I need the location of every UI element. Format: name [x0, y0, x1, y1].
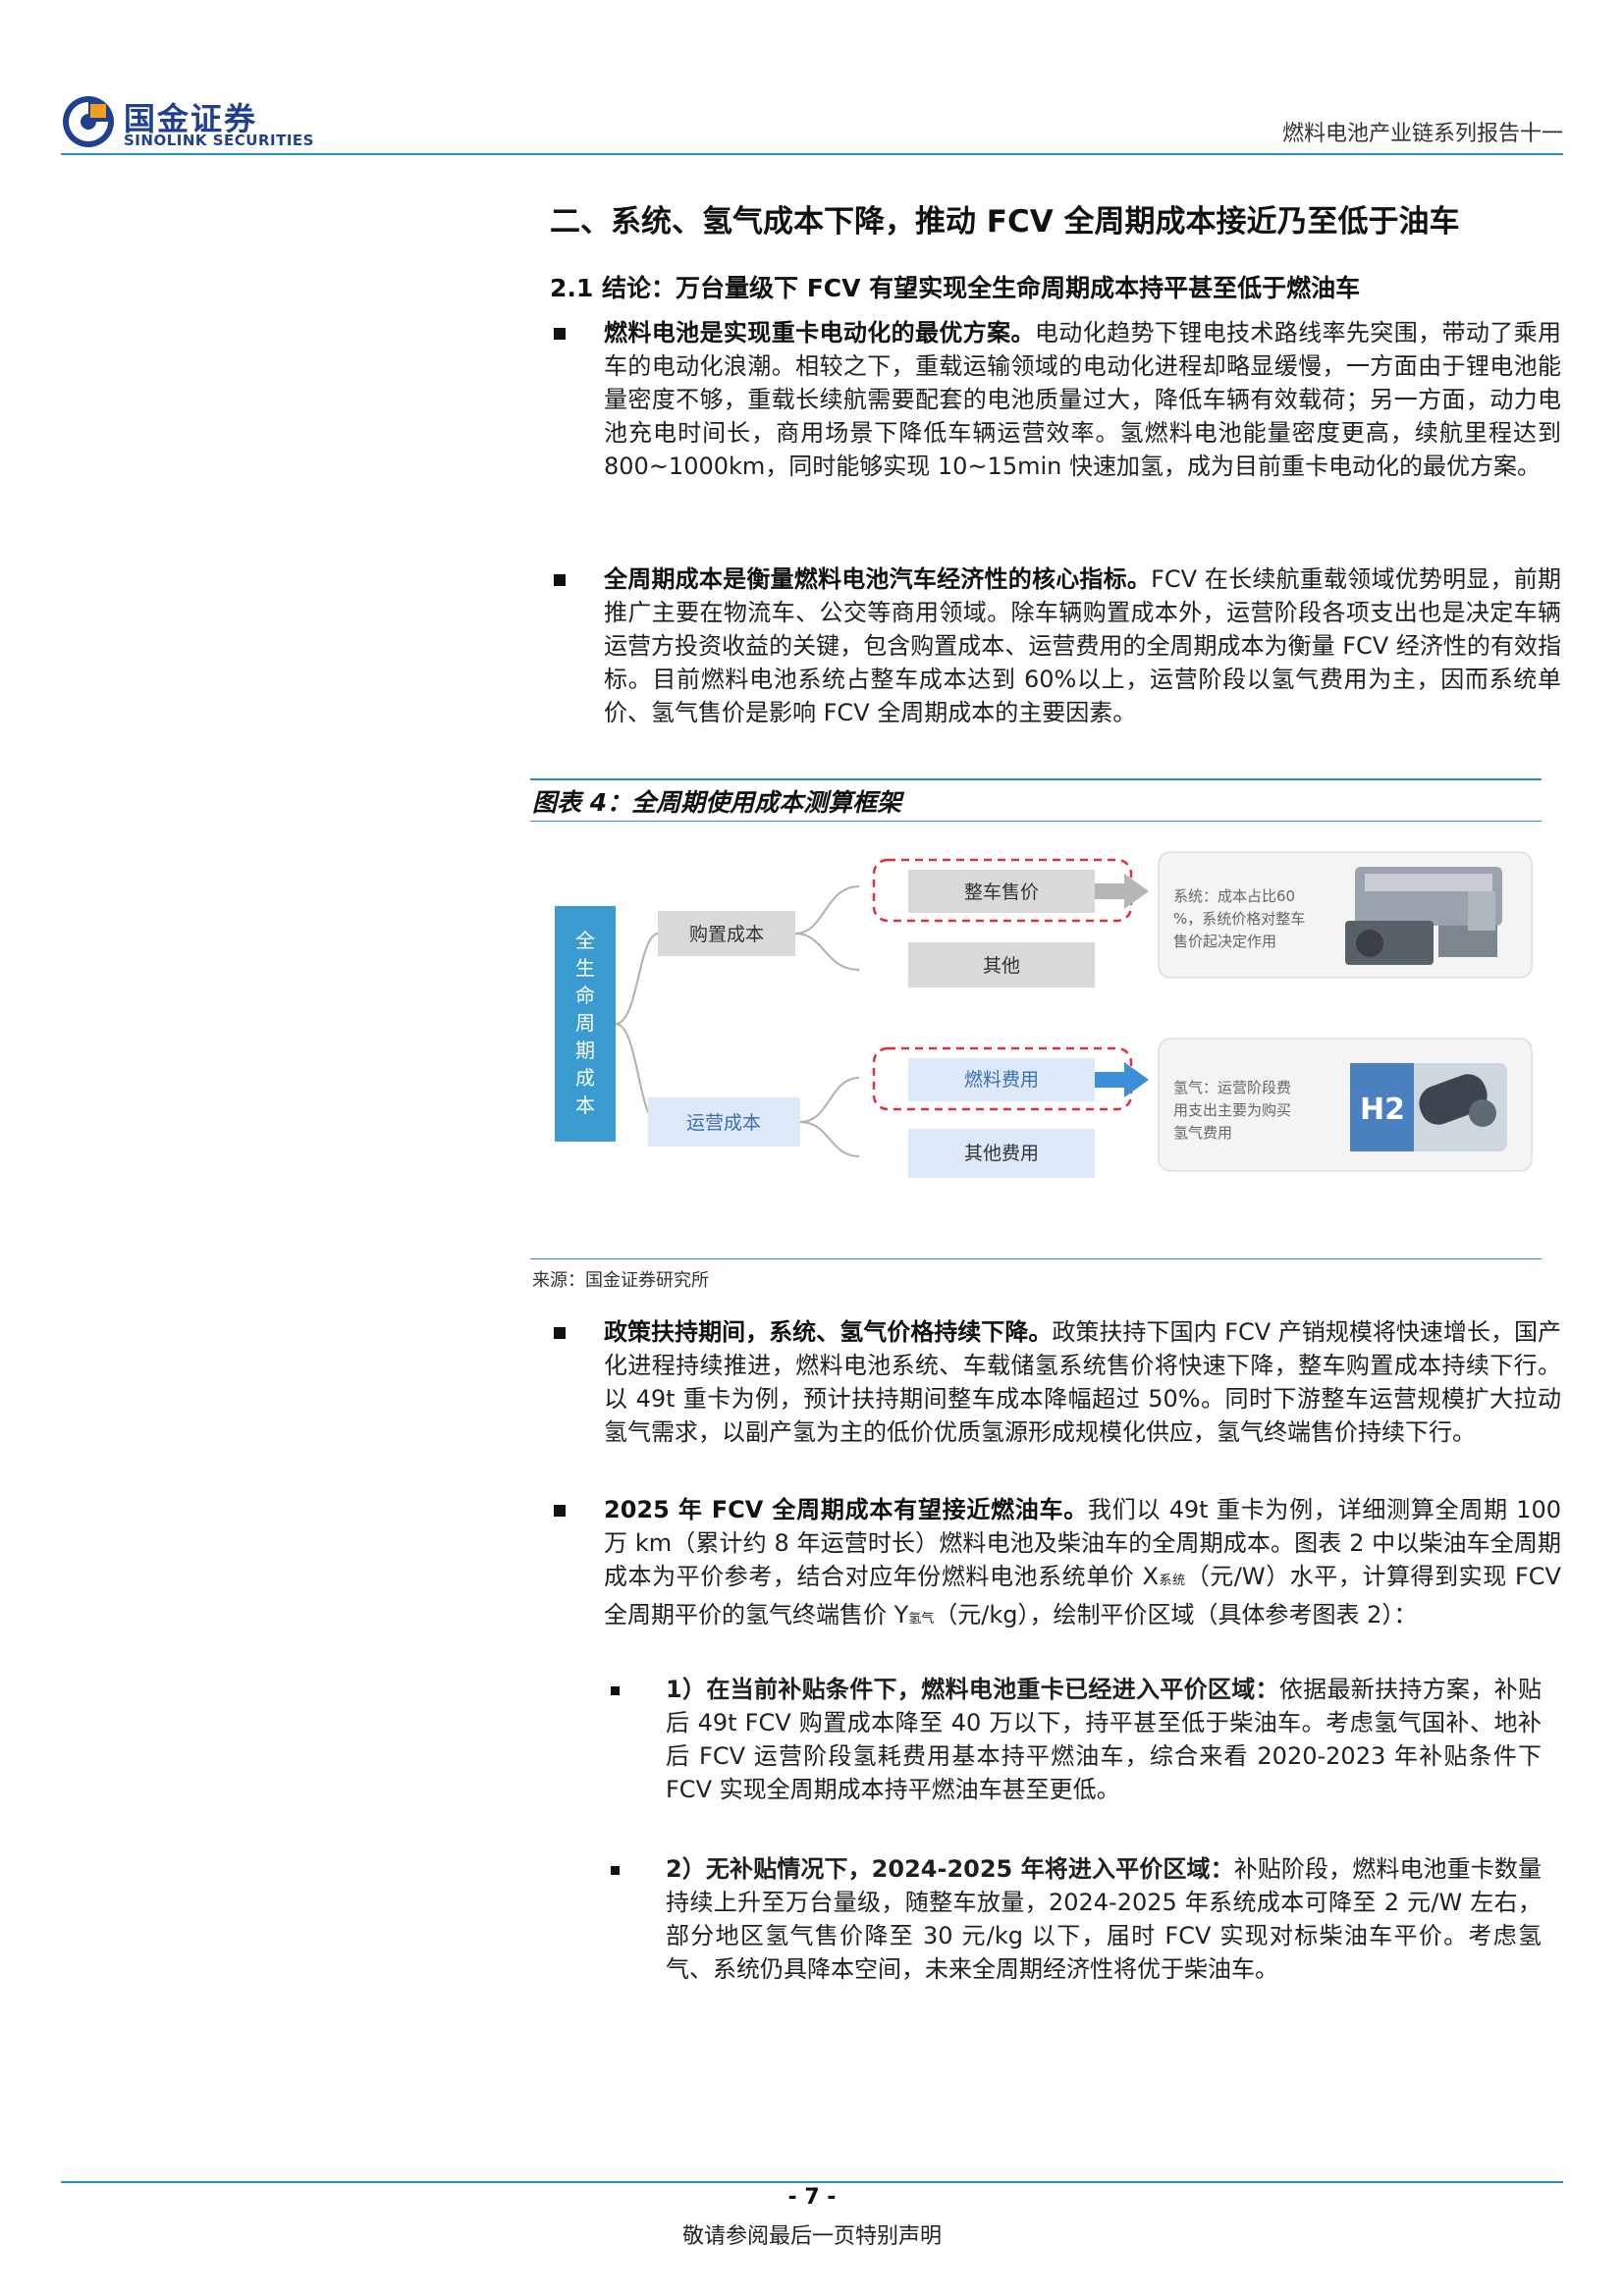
cost-framework-diagram: 全生命周期成本 购置成本 运营成本 整车售价 其他 燃料费用 其他费用 系统：成…	[530, 823, 1542, 1255]
h2-label: H2	[1360, 1093, 1405, 1127]
figure-caption: 图表 4：全周期使用成本测算框架	[532, 788, 902, 817]
operating-cost-label: 运营成本	[686, 1112, 761, 1134]
connector-curve	[799, 1077, 860, 1123]
square-bullet-icon	[554, 328, 566, 340]
root-label-char: 成	[575, 1066, 595, 1090]
connector-curve	[794, 933, 860, 971]
small-square-bullet-icon	[611, 1866, 620, 1875]
bullet-paragraph: 政策扶持期间，系统、氢气价格持续下降。政策扶持下国内 FCV 产销规模将快速增长…	[550, 1315, 1561, 1449]
square-bullet-icon	[554, 574, 566, 586]
brand-name-en: SINOLINK SECURITIES	[124, 132, 314, 149]
root-label-char: 本	[575, 1094, 595, 1117]
fuel-cell-system-image	[1345, 867, 1502, 965]
connector-curve	[799, 1121, 860, 1157]
other-cost-label: 其他费用	[964, 1143, 1039, 1164]
square-bullet-icon	[554, 1327, 566, 1339]
figure-top-rule	[530, 778, 1542, 780]
connector-curve	[615, 933, 659, 1025]
subscript-system: 系统	[1159, 1574, 1186, 1588]
sub-bullet-paragraph: 2）无补贴情况下，2024-2025 年将进入平价区域：补贴阶段，燃料电池重卡数…	[609, 1852, 1542, 1986]
figure-caption-rule	[530, 821, 1542, 822]
root-label-char: 全	[575, 929, 595, 952]
subscript-hydrogen: 氢气	[908, 1612, 935, 1627]
report-series-title: 燃料电池产业链系列报告十一	[1281, 122, 1563, 146]
figure-bottom-rule	[530, 1258, 1542, 1259]
vehicle-price-label: 整车售价	[964, 881, 1039, 903]
footer-disclaimer-note: 敬请参阅最后一页特别声明	[681, 2224, 942, 2249]
arrow-right-icon	[1095, 1062, 1149, 1097]
paragraph-lead: 全周期成本是衡量燃料电池汽车经济性的核心指标。	[604, 565, 1152, 593]
subsection-heading: 2.1 结论：万台量级下 FCV 有望实现全生命周期成本持平甚至低于燃油车	[550, 274, 1361, 302]
bullet-paragraph: 燃料电池是实现重卡电动化的最优方案。电动化趋势下锂电技术路线率先突围，带动了乘用…	[550, 316, 1561, 483]
sub-bullet-paragraph: 1）在当前补贴条件下，燃料电池重卡已经进入平价区域：依据最新扶持方案，补贴后 4…	[609, 1673, 1542, 1806]
root-label-char: 命	[575, 984, 595, 1007]
sub-paragraph-lead: 2）无补贴情况下，2024-2025 年将进入平价区域：	[666, 1855, 1234, 1883]
paragraph-body: （元/kg），绘制平价区域（具体参考图表 2）：	[934, 1601, 1418, 1629]
paragraph-lead: 政策扶持期间，系统、氢气价格持续下降。	[604, 1318, 1053, 1346]
purchase-cost-label: 购置成本	[689, 924, 764, 945]
hydrogen-nozzle-image: H2	[1350, 1063, 1507, 1151]
paragraph-lead: 2025 年 FCV 全周期成本有望接近燃油车。	[604, 1496, 1089, 1523]
sub-paragraph-lead: 1）在当前补贴条件下，燃料电池重卡已经进入平价区域：	[666, 1676, 1279, 1703]
paragraph-lead: 燃料电池是实现重卡电动化的最优方案。	[604, 319, 1035, 347]
fuel-cost-label: 燃料费用	[964, 1069, 1039, 1091]
figure-source: 来源：国金证券研究所	[532, 1270, 709, 1291]
root-label-char: 期	[575, 1039, 595, 1062]
arrow-right-icon	[1095, 874, 1149, 909]
root-label-char: 周	[575, 1011, 595, 1035]
logo-icon	[61, 94, 116, 149]
root-label-char: 生	[575, 956, 595, 980]
small-square-bullet-icon	[611, 1686, 620, 1695]
section-heading: 二、系统、氢气成本下降，推动 FCV 全周期成本接近乃至低于油车	[550, 204, 1460, 240]
bullet-paragraph: 2025 年 FCV 全周期成本有望接近燃油车。我们以 49t 重卡为例，详细测…	[550, 1493, 1561, 1636]
connector-curve	[794, 885, 860, 934]
other-label: 其他	[983, 955, 1020, 977]
header-divider	[61, 153, 1563, 155]
page-number: - 7 -	[787, 2185, 837, 2210]
square-bullet-icon	[554, 1505, 566, 1517]
bullet-paragraph: 全周期成本是衡量燃料电池汽车经济性的核心指标。FCV 在长续航重载领域优势明显，…	[550, 562, 1561, 729]
root-cost-label: 全生命周期成本	[575, 929, 595, 1117]
footer-divider	[61, 2181, 1563, 2183]
